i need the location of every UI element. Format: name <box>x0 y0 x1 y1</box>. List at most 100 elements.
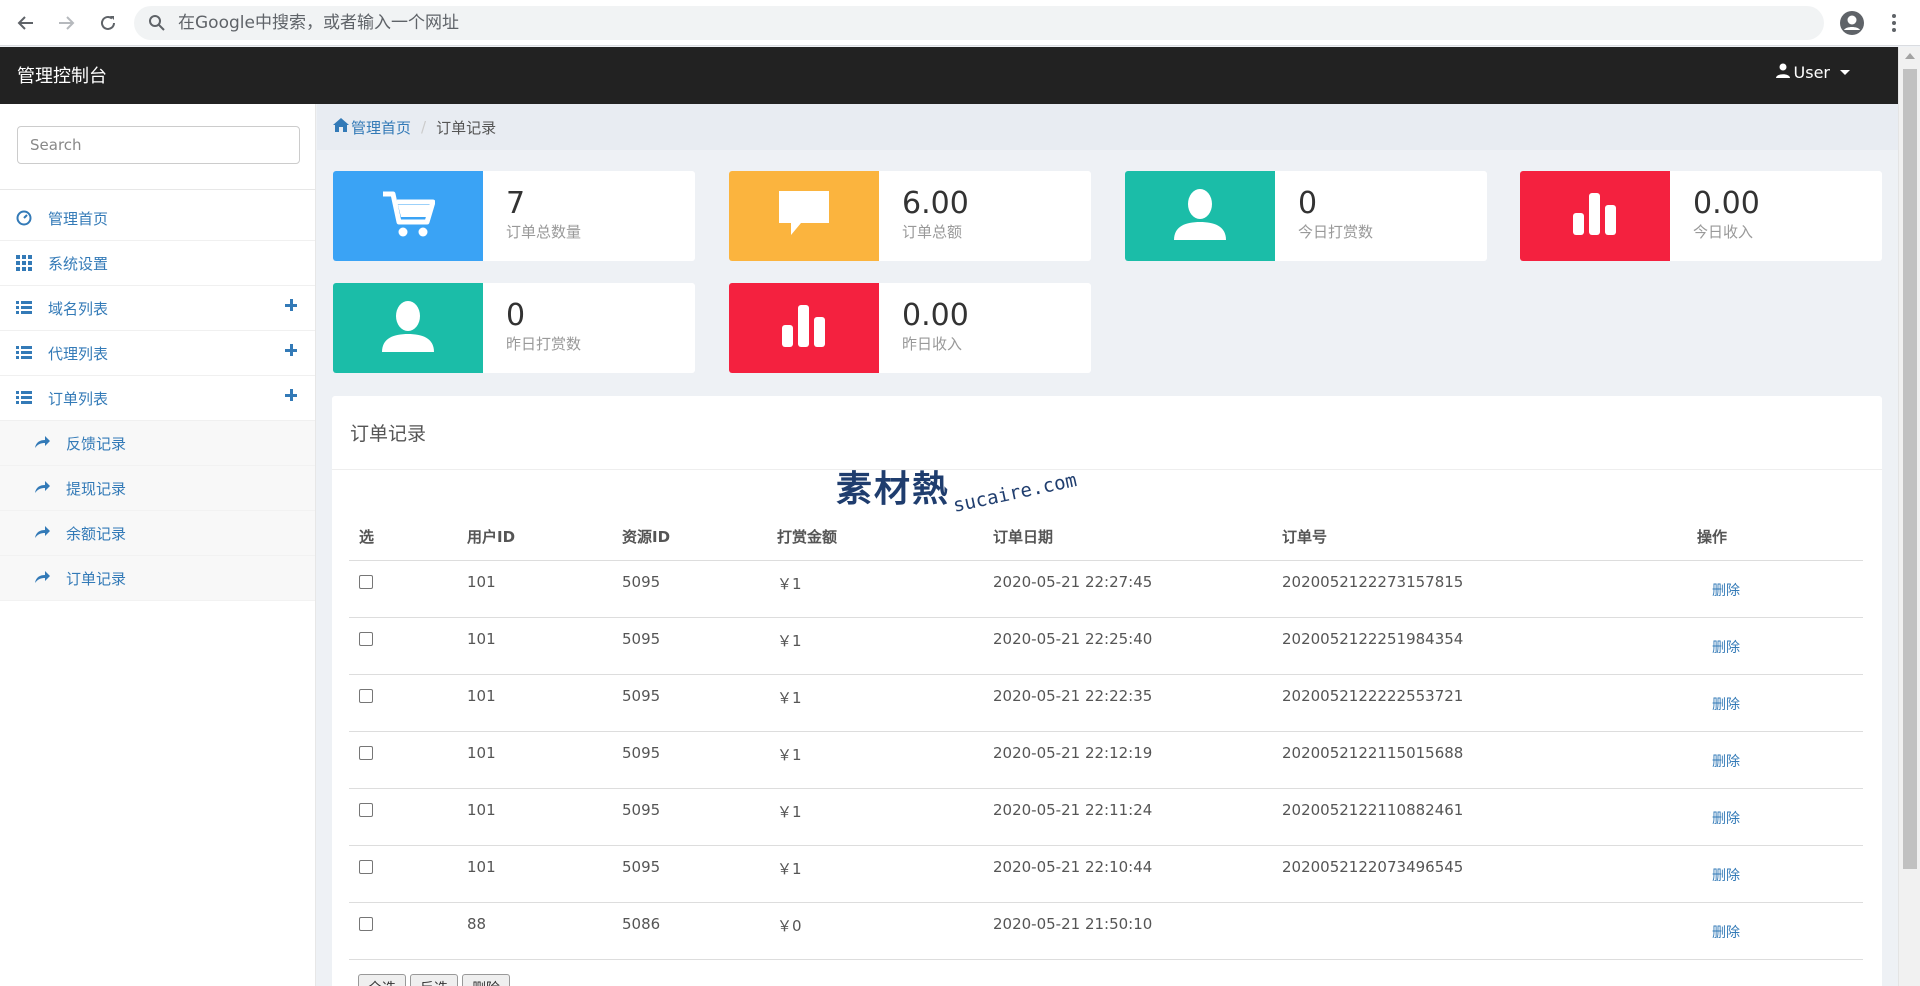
reload-icon[interactable] <box>94 9 122 37</box>
sidebar-item-dashboard[interactable]: 管理首页 <box>0 196 315 241</box>
cell-amount: ￥1 <box>767 617 983 675</box>
order-records-panel: 订单记录 素材熱 sucaire.com 选 用户ID 资源ID 打赏金额 订单… <box>332 396 1882 986</box>
row-checkbox[interactable] <box>359 745 373 760</box>
header-order-date: 订单日期 <box>983 514 1272 561</box>
sidebar-item-label: 域名列表 <box>48 299 109 318</box>
scrollbar-thumb[interactable] <box>1903 69 1917 869</box>
plus-icon[interactable] <box>285 344 297 356</box>
cart-icon <box>381 190 436 242</box>
cell-resource-id: 5095 <box>612 731 767 789</box>
back-arrow-icon[interactable] <box>12 9 40 37</box>
bulk-delete-button[interactable]: 删除 <box>462 974 510 986</box>
user-icon <box>1775 63 1790 82</box>
cell-user-id: 101 <box>457 560 612 618</box>
user-dropdown[interactable]: User <box>1775 63 1850 82</box>
stat-icon-box <box>729 283 879 373</box>
sidebar-item-agents[interactable]: 代理列表 <box>0 331 315 376</box>
cell-date: 2020-05-21 22:10:44 <box>983 845 1272 903</box>
breadcrumb-home-label: 管理首页 <box>351 118 412 137</box>
sidebar-subitem-withdraw[interactable]: 提现记录 <box>0 466 315 511</box>
sidebar-subitem-order-records[interactable]: 订单记录 <box>0 556 315 601</box>
stat-label: 今日打赏数 <box>1298 223 1374 241</box>
invert-selection-button[interactable]: 反选 <box>410 974 458 986</box>
account-icon[interactable] <box>1838 9 1866 37</box>
cell-order-number: 2020052122222553721 <box>1272 674 1687 732</box>
stat-icon-box <box>333 283 483 373</box>
breadcrumb: 管理首页 / 订单记录 <box>317 104 1898 150</box>
delete-link[interactable]: 删除 <box>1712 754 1740 770</box>
cell-amount: ￥1 <box>767 560 983 618</box>
row-checkbox[interactable] <box>359 631 373 646</box>
sidebar-item-label: 订单列表 <box>48 389 109 408</box>
stat-value: 0.00 <box>1693 186 1760 221</box>
cell-resource-id: 5095 <box>612 788 767 846</box>
list-icon <box>16 345 32 361</box>
cell-resource-id: 5095 <box>612 674 767 732</box>
page-scrollbar[interactable] <box>1898 47 1920 986</box>
row-checkbox[interactable] <box>359 916 373 931</box>
search-icon <box>148 14 165 35</box>
address-input[interactable] <box>178 6 1778 40</box>
delete-link[interactable]: 删除 <box>1712 583 1740 599</box>
cell-date: 2020-05-21 22:27:45 <box>983 560 1272 618</box>
cell-date: 2020-05-21 22:25:40 <box>983 617 1272 675</box>
cell-date: 2020-05-21 22:11:24 <box>983 788 1272 846</box>
row-checkbox[interactable] <box>359 802 373 817</box>
breadcrumb-current: 订单记录 <box>436 118 497 137</box>
plus-icon[interactable] <box>285 389 297 401</box>
cell-user-id: 101 <box>457 788 612 846</box>
sidebar-item-domains[interactable]: 域名列表 <box>0 286 315 331</box>
sidebar-search-input[interactable] <box>17 126 300 164</box>
forward-arrow-icon[interactable] <box>52 9 80 37</box>
row-checkbox[interactable] <box>359 859 373 874</box>
bar-chart-icon <box>782 305 826 351</box>
sidebar-subitem-feedback[interactable]: 反馈记录 <box>0 421 315 466</box>
select-all-button[interactable]: 全选 <box>358 974 406 986</box>
sidebar-subitem-label: 订单记录 <box>66 569 127 588</box>
header-actions: 操作 <box>1687 514 1863 561</box>
breadcrumb-separator: / <box>421 118 427 136</box>
plus-icon[interactable] <box>285 299 297 311</box>
delete-link[interactable]: 删除 <box>1712 640 1740 656</box>
bar-chart-icon <box>1573 193 1617 239</box>
cell-date: 2020-05-21 21:50:10 <box>983 902 1272 960</box>
sidebar: 管理首页 系统设置 域名列表 代理列表 订单列表 <box>0 104 316 986</box>
address-bar[interactable] <box>134 6 1824 40</box>
sidebar-subitem-balance[interactable]: 余额记录 <box>0 511 315 556</box>
cell-order-number: 2020052122273157815 <box>1272 560 1687 618</box>
sidebar-item-settings[interactable]: 系统设置 <box>0 241 315 286</box>
more-menu-icon[interactable] <box>1880 9 1908 37</box>
stat-card-yesterday-tips: 0 昨日打赏数 <box>333 283 695 373</box>
stat-value: 7 <box>506 186 526 221</box>
delete-link[interactable]: 删除 <box>1712 697 1740 713</box>
cell-amount: ￥1 <box>767 845 983 903</box>
cell-amount: ￥1 <box>767 674 983 732</box>
stat-label: 今日收入 <box>1693 223 1754 241</box>
brand-title[interactable]: 管理控制台 <box>17 62 107 88</box>
table-row: 101 5095 ￥1 2020-05-21 22:27:45 20200521… <box>349 560 1863 618</box>
row-checkbox[interactable] <box>359 688 373 703</box>
watermark-logo: 素材熱 <box>836 468 951 510</box>
header-order-number: 订单号 <box>1272 514 1687 561</box>
table-row: 101 5095 ￥1 2020-05-21 22:11:24 20200521… <box>349 788 1863 846</box>
cell-order-number: 2020052122251984354 <box>1272 617 1687 675</box>
cell-amount: ￥1 <box>767 731 983 789</box>
row-checkbox[interactable] <box>359 574 373 589</box>
cell-date: 2020-05-21 22:12:19 <box>983 731 1272 789</box>
sidebar-item-orders[interactable]: 订单列表 <box>0 376 315 421</box>
header-resource-id: 资源ID <box>612 514 767 561</box>
orders-table: 选 用户ID 资源ID 打赏金额 订单日期 订单号 操作 101 5095 ￥1… <box>349 514 1863 960</box>
header-amount: 打赏金额 <box>767 514 983 561</box>
delete-link[interactable]: 删除 <box>1712 868 1740 884</box>
scroll-up-arrow-icon[interactable] <box>1905 53 1915 59</box>
stat-value: 0 <box>1298 186 1318 221</box>
stat-card-order-total-amount: 6.00 订单总额 <box>729 171 1091 261</box>
stat-card-today-tips: 0 今日打赏数 <box>1125 171 1487 261</box>
stat-label: 昨日收入 <box>902 335 963 353</box>
stat-label: 订单总数量 <box>506 223 582 241</box>
watermark: 素材熱 sucaire.com <box>836 460 1079 517</box>
delete-link[interactable]: 删除 <box>1712 811 1740 827</box>
delete-link[interactable]: 删除 <box>1712 925 1740 941</box>
breadcrumb-home[interactable]: 管理首页 <box>333 117 411 138</box>
cell-user-id: 88 <box>457 902 612 960</box>
